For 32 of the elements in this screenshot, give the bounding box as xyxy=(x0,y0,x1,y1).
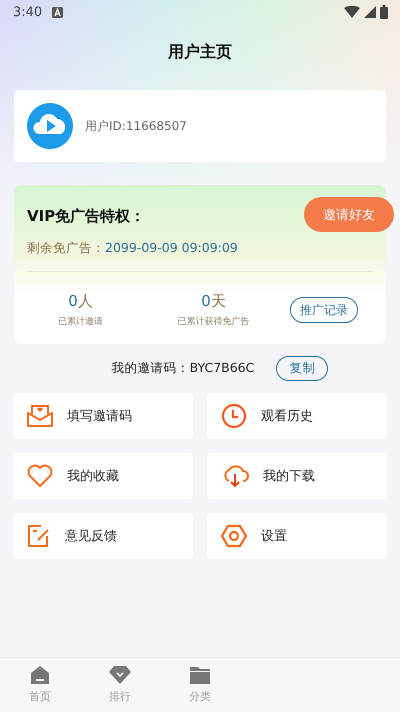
menu-item[interactable]: 我的收藏 xyxy=(13,453,193,499)
signal-icon xyxy=(364,6,376,18)
stat-value: 0天 xyxy=(201,292,226,311)
menu-item[interactable]: 观看历史 xyxy=(207,393,387,439)
battery-icon xyxy=(380,5,388,19)
settings-icon xyxy=(221,524,247,548)
menu-item[interactable]: 意见反馈 xyxy=(13,513,193,559)
stat-label: 已累计获得免广告 xyxy=(178,316,250,328)
diamond-icon xyxy=(109,666,131,684)
envelope-icon xyxy=(27,404,53,428)
clock-icon xyxy=(221,403,247,429)
vip-title: VIP免广告特权： xyxy=(27,207,146,226)
wifi-icon xyxy=(344,6,360,18)
folder-icon xyxy=(190,666,210,684)
menu-item[interactable]: 填写邀请码 xyxy=(13,393,193,439)
records-button[interactable]: 推广记录 xyxy=(290,297,358,323)
menu-item[interactable]: 设置 xyxy=(207,513,387,559)
notification-icon xyxy=(52,6,64,18)
stat-label: 已累计邀请 xyxy=(58,316,103,328)
page-title: 用户主页 xyxy=(166,42,233,63)
copy-button[interactable]: 复制 xyxy=(276,356,328,381)
edit-icon xyxy=(27,524,51,548)
home-icon xyxy=(31,666,49,684)
status-time: 3:40 xyxy=(13,4,42,20)
remaining-label: 剩余免广告： xyxy=(27,240,105,257)
user-id: 用户ID:11668507 xyxy=(85,118,187,134)
invite-code: 我的邀请码：BYC7B66C xyxy=(112,360,254,377)
stat-value: 0人 xyxy=(68,292,93,311)
remaining-date: 2099-09-09 09:09:09 xyxy=(105,240,238,257)
cloud-play-icon xyxy=(27,103,73,149)
menu-item[interactable]: 我的下载 xyxy=(207,453,387,499)
heart-icon xyxy=(27,464,53,488)
